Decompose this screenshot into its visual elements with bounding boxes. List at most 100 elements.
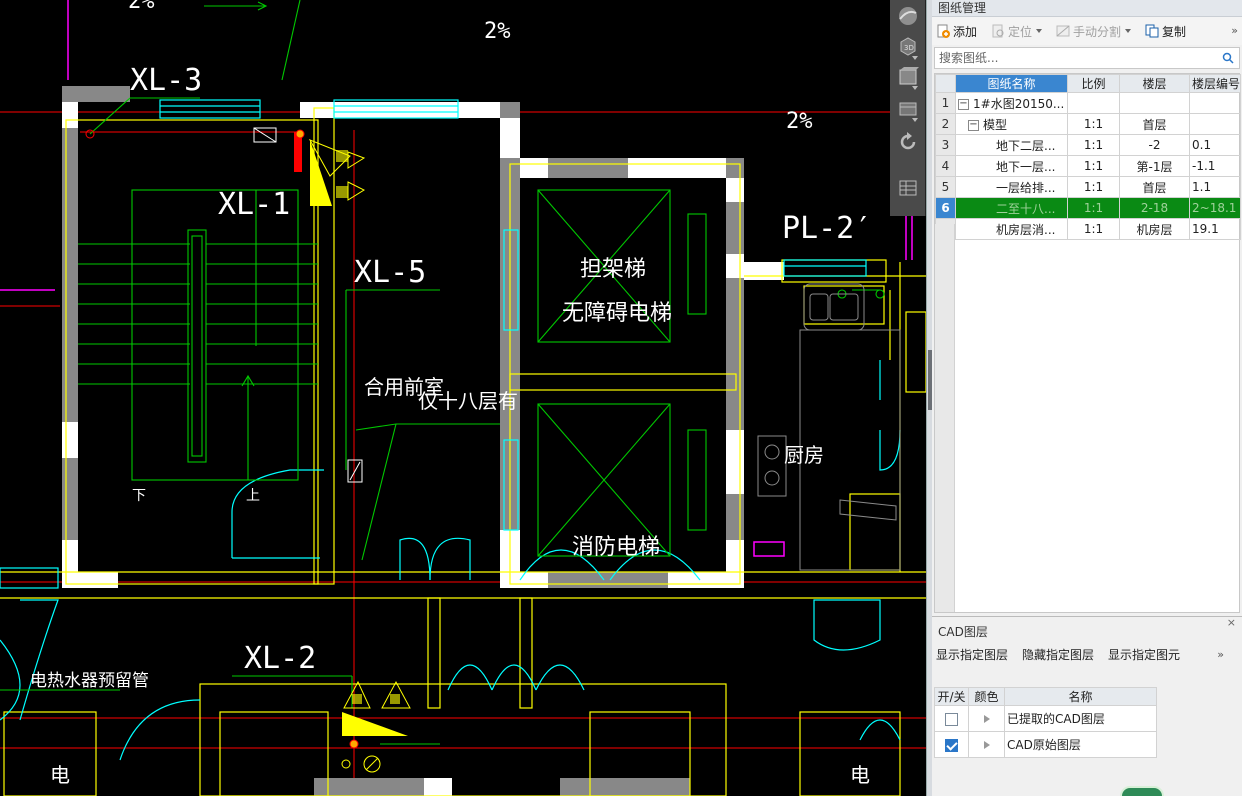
drawing-table: 图纸名称 比例 楼层 楼层编号 1 −1#水图20150... 2 − 模型 1:…	[935, 74, 1241, 240]
collapse-toggle-icon[interactable]: −	[958, 98, 969, 110]
scale-cell[interactable]: 1:1	[1067, 155, 1120, 177]
label-xl3: XL-3	[130, 63, 202, 98]
add-icon	[937, 24, 950, 38]
rotate-tool[interactable]	[896, 130, 920, 154]
rotate-icon	[900, 132, 916, 150]
add-drawing-button[interactable]: 添加	[936, 23, 977, 40]
floor-cell[interactable]: 首层	[1119, 176, 1190, 198]
drawing-table-header: 图纸名称 比例 楼层 楼层编号	[935, 74, 1241, 93]
manual-split-label: 手动分割	[1073, 24, 1122, 39]
layer-color-cell[interactable]	[968, 705, 1005, 732]
layer-name[interactable]: 已提取的CAD图层	[1004, 705, 1157, 732]
drawing-management-panel: 图纸管理 添加 定位 手动分割 复制 » 搜索图纸... 图纸名称 比例 楼层 …	[932, 0, 1242, 796]
svg-text:3D: 3D	[904, 44, 914, 52]
floor-cell[interactable]: 2-18	[1119, 197, 1190, 219]
text-heater-pipe: 电热水器预留管	[30, 671, 149, 691]
cad-drawing[interactable]: XL-3 XL-1 XL-5 XL-2 PL-2′ 2% 2% 2% 担架梯 无…	[0, 0, 926, 796]
drawing-name-cell[interactable]: 地下一层...	[955, 155, 1068, 177]
row-number: 5	[935, 176, 956, 198]
layer-checkbox-checked[interactable]	[945, 738, 958, 752]
locate-dropdown-icon[interactable]	[1036, 29, 1043, 33]
locate-button[interactable]: 定位	[991, 23, 1043, 40]
drawing-search-box	[934, 47, 1240, 69]
view-cube-tool[interactable]	[896, 64, 920, 90]
assistant-badge[interactable]	[1120, 786, 1164, 796]
layer-toggle-cell[interactable]	[934, 731, 969, 758]
orbit-tool[interactable]	[896, 4, 920, 28]
table-row[interactable]: 3 地下二层... 1:1 -2 0.1	[935, 134, 1241, 156]
scale-cell[interactable]: 1:1	[1067, 134, 1120, 156]
grid-tool[interactable]	[896, 176, 920, 200]
layer-row[interactable]: CAD原始图层	[934, 731, 1157, 758]
manual-split-dropdown-icon[interactable]	[1125, 29, 1132, 33]
view-3d-tool[interactable]: 3D	[896, 34, 920, 60]
layer-toggle-cell[interactable]	[934, 705, 969, 732]
layer-color-cell[interactable]	[968, 731, 1005, 758]
column-header-layer-name[interactable]: 名称	[1004, 687, 1157, 706]
show-layer-button[interactable]: 显示指定图层	[936, 646, 1008, 663]
drawing-name-cell[interactable]: 机房层消...	[955, 218, 1068, 240]
drawing-name-cell[interactable]: − 模型	[955, 113, 1068, 135]
drawing-name-cell[interactable]: 地下二层...	[955, 134, 1068, 156]
search-icon[interactable]	[1222, 52, 1234, 64]
floor-code-cell[interactable]	[1189, 92, 1241, 114]
table-row[interactable]: 2 − 模型 1:1 首层	[935, 113, 1241, 135]
drawing-name-cell[interactable]: 二至十八...	[955, 197, 1068, 219]
show-element-button[interactable]: 显示指定图元	[1108, 646, 1180, 663]
copy-label: 复制	[1162, 24, 1187, 39]
hide-layer-button[interactable]: 隐藏指定图层	[1022, 646, 1094, 663]
view-plan-tool[interactable]	[896, 96, 920, 122]
table-row[interactable]: 5 一层给排... 1:1 首层 1.1	[935, 176, 1241, 198]
column-header-floor-code[interactable]: 楼层编号	[1189, 74, 1241, 93]
grid-icon	[899, 180, 917, 196]
layer-name[interactable]: CAD原始图层	[1004, 731, 1157, 758]
floor-cell[interactable]: 首层	[1119, 113, 1190, 135]
floor-cell[interactable]: -2	[1119, 134, 1190, 156]
close-icon[interactable]: ×	[1227, 616, 1236, 630]
scale-cell[interactable]: 1:1	[1067, 176, 1120, 198]
scale-cell[interactable]: 1:1	[1067, 218, 1120, 240]
expand-icon[interactable]	[983, 714, 990, 723]
expand-icon[interactable]	[983, 740, 990, 749]
column-header-scale[interactable]: 比例	[1067, 74, 1120, 93]
floor-cell[interactable]	[1119, 92, 1190, 114]
drawing-search-input[interactable]	[935, 48, 1215, 68]
manual-split-button[interactable]: 手动分割	[1056, 23, 1132, 40]
floor-code-cell[interactable]: 1.1	[1189, 176, 1241, 198]
layer-actions: 显示指定图层 隐藏指定图层 显示指定图元 »	[932, 635, 1242, 673]
layer-actions-overflow[interactable]: »	[1217, 648, 1224, 661]
table-row[interactable]: 4 地下一层... 1:1 第-1层 -1.1	[935, 155, 1241, 177]
floor-code-cell[interactable]: 19.1	[1189, 218, 1241, 240]
table-row-selected[interactable]: 6 二至十八... 1:1 2-18 2~18.1	[935, 197, 1241, 219]
drawing-name-cell[interactable]: −1#水图20150...	[955, 92, 1068, 114]
cube-3d-icon: 3D	[900, 37, 916, 56]
table-row[interactable]: 1 −1#水图20150...	[935, 92, 1241, 114]
scale-cell[interactable]: 1:1	[1067, 197, 1120, 219]
column-header-toggle[interactable]: 开/关	[934, 687, 969, 706]
layer-checkbox[interactable]	[945, 712, 958, 726]
label-xl2: XL-2	[244, 641, 316, 676]
floor-cell[interactable]: 机房层	[1119, 218, 1190, 240]
collapse-toggle-icon[interactable]: −	[968, 119, 979, 131]
table-row[interactable]: 7 机房层消... 1:1 机房层 19.1	[935, 218, 1241, 240]
scale-cell[interactable]: 1:1	[1067, 113, 1120, 135]
floor-cell[interactable]: 第-1层	[1119, 155, 1190, 177]
floor-code-cell[interactable]: 2~18.1	[1189, 197, 1241, 219]
label-slope-1: 2%	[128, 0, 155, 14]
column-header-name[interactable]: 图纸名称	[955, 74, 1068, 93]
floor-code-cell[interactable]	[1189, 113, 1241, 135]
scale-cell[interactable]	[1067, 92, 1120, 114]
column-header-floor[interactable]: 楼层	[1119, 74, 1190, 93]
text-stair-up: 上	[246, 488, 260, 504]
drawing-name: 模型	[983, 117, 1008, 132]
text-stair-down: 下	[132, 488, 146, 504]
toolbar-overflow-button[interactable]: »	[1231, 24, 1238, 37]
layer-row[interactable]: 已提取的CAD图层	[934, 705, 1157, 732]
floor-code-cell[interactable]: 0.1	[1189, 134, 1241, 156]
drawing-name-cell[interactable]: 一层给排...	[955, 176, 1068, 198]
copy-button[interactable]: 复制	[1145, 23, 1186, 40]
split-icon	[1056, 25, 1070, 37]
column-header-color[interactable]: 颜色	[968, 687, 1005, 706]
cad-canvas[interactable]: XL-3 XL-1 XL-5 XL-2 PL-2′ 2% 2% 2% 担架梯 无…	[0, 0, 926, 796]
floor-code-cell[interactable]: -1.1	[1189, 155, 1241, 177]
